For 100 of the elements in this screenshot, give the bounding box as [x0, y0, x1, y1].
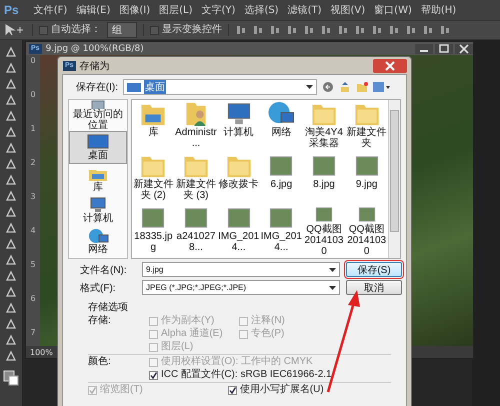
- file-item[interactable]: 淘美4Y4采集器: [302, 101, 346, 153]
- place-item[interactable]: 计算机: [69, 195, 127, 226]
- field-label: 格式(F):: [80, 282, 117, 294]
- section-label: 颜色:: [88, 356, 112, 369]
- align-icon[interactable]: [389, 25, 399, 35]
- format-dropdown[interactable]: JPEG (*.JPG;*.JPEG;*.JPE): [142, 280, 340, 295]
- file-item[interactable]: Administr...: [174, 101, 218, 153]
- menu-item[interactable]: 图像(I): [119, 3, 150, 17]
- checkbox-icon: [149, 370, 158, 380]
- file-item[interactable]: QQ截图 20141030: [302, 205, 346, 257]
- menu-item[interactable]: 窗口(W): [374, 3, 412, 17]
- checkbox-icon: [149, 342, 158, 352]
- file-item[interactable]: IMG_2014...: [217, 205, 260, 257]
- checkbox[interactable]: 使用小写扩展名(U): [228, 384, 324, 396]
- ruler-number: 5: [30, 260, 36, 270]
- checkbox-icon: [149, 316, 158, 326]
- file-item[interactable]: 新建文件夹 (3): [174, 153, 218, 205]
- cancel-button[interactable]: 取消: [346, 280, 402, 295]
- menu-item[interactable]: 编辑(E): [76, 3, 110, 17]
- place-item[interactable]: 桌面: [69, 131, 127, 164]
- menu-item[interactable]: 滤镜(T): [288, 3, 322, 17]
- minimize-icon[interactable]: [415, 44, 433, 54]
- up-folder-icon[interactable]: [339, 81, 351, 93]
- file-item[interactable]: 18335.jpg: [132, 205, 175, 257]
- field-label: 文件名(N):: [80, 264, 128, 276]
- align-icon[interactable]: [270, 25, 280, 35]
- checkbox-icon: [239, 330, 248, 338]
- back-icon[interactable]: [322, 81, 334, 93]
- filename-field[interactable]: 9.jpg: [142, 262, 340, 277]
- align-icon[interactable]: [355, 25, 365, 35]
- menu-item[interactable]: 文字(Y): [202, 3, 236, 17]
- checkbox-icon: [39, 26, 48, 34]
- checkbox[interactable]: ICC 配置文件(C): sRGB IEC61966-2.1: [149, 369, 332, 381]
- place-item[interactable]: 库: [69, 164, 127, 195]
- file-item[interactable]: 新建文件夹: [345, 101, 388, 153]
- scrollbar[interactable]: [388, 100, 400, 258]
- menu-item[interactable]: 视图(V): [330, 3, 366, 17]
- new-folder-icon[interactable]: [356, 81, 368, 93]
- checkbox-icon: [149, 330, 158, 338]
- caret-icon: [329, 286, 336, 290]
- caret-icon: [306, 85, 313, 89]
- file-item[interactable]: 8.jpg: [302, 153, 346, 205]
- ruler-number: 1: [30, 124, 36, 134]
- document-tab[interactable]: 9.jpg @ 100%(RGB/8): [46, 44, 144, 54]
- ruler-number: 0: [30, 90, 36, 100]
- color-swatches-icon[interactable]: [3, 370, 19, 386]
- menu-item[interactable]: 帮助(H): [420, 3, 456, 17]
- close-icon[interactable]: [455, 44, 473, 54]
- menu-item[interactable]: 图层(L): [159, 3, 193, 17]
- file-item[interactable]: 库: [132, 101, 175, 153]
- file-item[interactable]: 网络: [260, 101, 303, 153]
- group-title: 存储选项: [88, 302, 129, 314]
- ruler-number: 0: [30, 56, 36, 66]
- checkbox-icon: [150, 26, 159, 34]
- save-button[interactable]: 保存(S): [346, 262, 402, 277]
- group-select[interactable]: 组: [107, 22, 137, 38]
- checkbox-icon: [88, 386, 97, 394]
- maximize-icon[interactable]: [435, 44, 453, 54]
- ruler-number: 2: [30, 158, 36, 168]
- app-logo: Ps: [4, 3, 19, 17]
- menu-item[interactable]: 文件(F): [34, 3, 68, 17]
- desktop-icon: [127, 82, 141, 92]
- ruler-number: 7: [30, 328, 36, 338]
- align-icon[interactable]: [321, 25, 331, 35]
- checkbox-icon: [239, 316, 248, 326]
- align-icon[interactable]: [406, 25, 416, 35]
- globe-icon: [87, 228, 109, 244]
- file-item[interactable]: QQ截图 20141030: [345, 205, 388, 257]
- field-label: 保存在(I):: [74, 81, 118, 94]
- file-item[interactable]: 新建文件夹 (2): [132, 153, 175, 205]
- align-icon[interactable]: [236, 25, 246, 35]
- align-icon[interactable]: [372, 25, 382, 35]
- align-icon[interactable]: [253, 25, 263, 35]
- menu-item[interactable]: 选择(S): [244, 3, 279, 17]
- ruler-number: 3: [30, 192, 36, 202]
- file-item[interactable]: a2410278...: [174, 205, 218, 257]
- checkbox[interactable]: 自动选择：: [39, 24, 101, 36]
- checkbox[interactable]: 显示变换控件: [150, 24, 222, 36]
- file-item[interactable]: 9.jpg: [345, 153, 388, 205]
- dialog-title: 存储为: [80, 60, 110, 72]
- ruler-number: 6: [30, 294, 36, 304]
- align-icon[interactable]: [440, 25, 450, 35]
- ruler-number: 4: [30, 226, 36, 236]
- file-item[interactable]: 6.jpg: [260, 153, 303, 205]
- align-icon[interactable]: [423, 25, 433, 35]
- file-item[interactable]: 修改拨卡: [217, 153, 260, 205]
- view-menu-icon[interactable]: [373, 81, 391, 93]
- location-dropdown[interactable]: 桌面: [123, 79, 317, 95]
- align-icon[interactable]: [287, 25, 297, 35]
- place-item[interactable]: 网络: [69, 226, 127, 257]
- caret-icon: [329, 268, 336, 272]
- place-item[interactable]: 最近访问的位置: [69, 100, 127, 131]
- desktop-icon: [87, 134, 109, 150]
- file-item[interactable]: IMG_2014...: [260, 205, 303, 257]
- section-label: 存储:: [88, 315, 112, 328]
- file-item[interactable]: 计算机: [217, 101, 260, 153]
- close-button[interactable]: [373, 58, 407, 72]
- align-icon[interactable]: [338, 25, 348, 35]
- align-icon[interactable]: [304, 25, 314, 35]
- checkbox-icon: [149, 358, 158, 366]
